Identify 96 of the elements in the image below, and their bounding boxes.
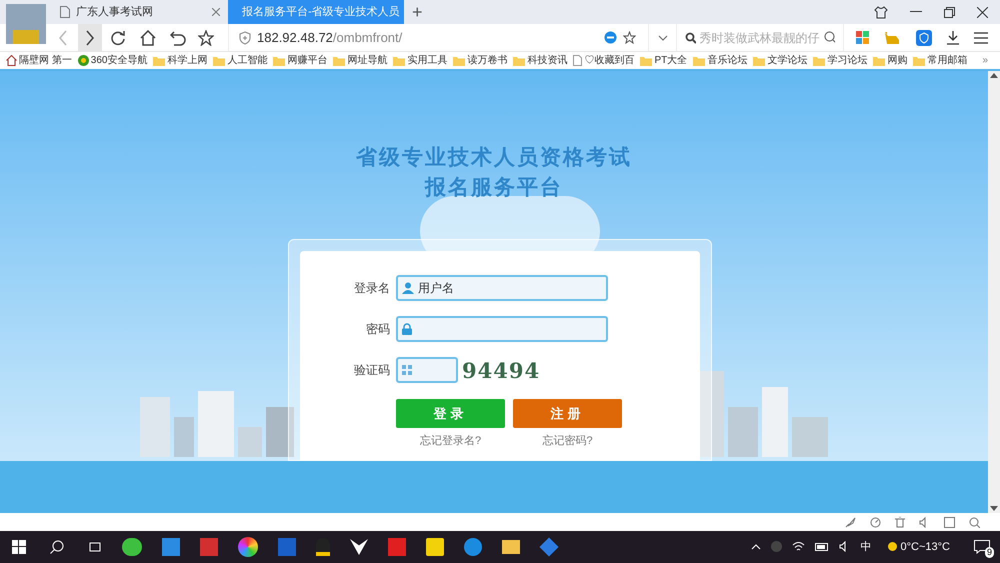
home-icon: [6, 55, 17, 66]
new-tab-button[interactable]: +: [412, 0, 423, 26]
globe-icon: [78, 55, 89, 66]
bookmark-link[interactable]: 科学上网: [167, 53, 208, 68]
bookmark-link[interactable]: ♡收藏到百: [584, 53, 634, 68]
forward-icon: [85, 30, 95, 46]
bookmark-link[interactable]: 人工智能: [227, 53, 268, 68]
undo-icon[interactable]: [170, 30, 186, 46]
trash-icon[interactable]: [895, 516, 905, 528]
shield-icon: [239, 30, 251, 44]
bookmark-link[interactable]: 实用工具: [407, 53, 448, 68]
bookmark-link[interactable]: 文学论坛: [767, 53, 808, 68]
rocket-icon[interactable]: [845, 516, 856, 528]
bookmark-link[interactable]: 常用邮箱: [927, 53, 968, 68]
folder-icon: [913, 56, 926, 66]
field-label: 登录名: [353, 280, 390, 298]
password-field[interactable]: [396, 316, 608, 342]
input-method-indicator[interactable]: 中: [860, 538, 872, 556]
close-icon[interactable]: [977, 6, 988, 18]
window-icon[interactable]: [944, 516, 955, 528]
captcha-field[interactable]: [396, 357, 458, 384]
folder-icon: [153, 56, 166, 66]
app-icon[interactable]: [278, 538, 296, 556]
task-view-icon[interactable]: [88, 540, 102, 554]
field-label: 验证码: [353, 362, 390, 380]
star-icon[interactable]: [623, 31, 636, 44]
folder-icon: [693, 56, 706, 66]
bookmark-link[interactable]: 网赚平台: [287, 53, 328, 68]
folder-icon: [640, 56, 652, 66]
bookmark-link[interactable]: 读万卷书: [467, 53, 508, 68]
qr-code-icon: [402, 365, 412, 376]
notification-count: 9: [984, 546, 994, 558]
folder-icon: [213, 56, 226, 66]
browser-tab[interactable]: 广东人事考试网: [52, 0, 228, 24]
search-field[interactable]: 秀时装做武林最靓的仔: [700, 28, 820, 46]
shield-icon[interactable]: [916, 30, 932, 46]
folder-icon: [273, 56, 286, 66]
address-field[interactable]: 182.92.48.72/ombmfront/: [257, 28, 402, 48]
bookmark-link[interactable]: 科技资讯: [527, 53, 568, 68]
browser-icon[interactable]: [464, 538, 482, 556]
folder-icon: [453, 56, 466, 66]
sun-icon: [888, 542, 897, 552]
bookmark-link[interactable]: 音乐论坛: [707, 53, 748, 68]
app-icon[interactable]: [162, 538, 180, 556]
username-field[interactable]: 用户名: [396, 275, 608, 302]
player-icon[interactable]: [426, 538, 444, 556]
bookmark-link[interactable]: 网址导航: [347, 53, 388, 68]
bookmark-link[interactable]: PT大全: [654, 53, 688, 68]
page-title: 省级专业技术人员资格考试: [356, 145, 632, 172]
home-icon[interactable]: [140, 30, 156, 46]
notification-icon[interactable]: [974, 540, 990, 554]
avatar-picture: [6, 4, 46, 44]
app-icon[interactable]: [388, 538, 406, 556]
weather-text[interactable]: 0°C~13°C: [900, 538, 950, 556]
search-icon[interactable]: [824, 31, 835, 44]
folder-icon: [753, 56, 766, 66]
restore-icon[interactable]: [944, 6, 955, 18]
minimize-icon[interactable]: [910, 11, 922, 13]
page-icon: [573, 55, 582, 66]
folder-icon[interactable]: [502, 540, 520, 554]
forward-button[interactable]: [78, 24, 102, 52]
scrollbar[interactable]: [988, 71, 1000, 514]
refresh-icon[interactable]: [110, 30, 126, 46]
page-icon: [60, 6, 70, 18]
bookmark-link[interactable]: 360安全导航: [90, 53, 148, 68]
speed-icon[interactable]: [870, 516, 881, 528]
folder-icon: [513, 56, 526, 66]
forgot-password-link[interactable]: 忘记密码?: [542, 433, 593, 450]
chevron-up-icon[interactable]: [750, 544, 761, 550]
lock-icon: [402, 323, 412, 336]
shirt-icon[interactable]: [874, 6, 888, 18]
color-wheel-icon[interactable]: [238, 536, 258, 557]
download-icon[interactable]: [946, 30, 960, 45]
folder-icon: [393, 56, 406, 66]
search-icon: [685, 32, 696, 44]
battery-icon[interactable]: [814, 542, 829, 551]
page-title: 报名服务平台: [425, 175, 563, 202]
bookmark-link[interactable]: 学习论坛: [827, 53, 868, 68]
field-label: 密码: [365, 321, 390, 338]
folder-icon: [873, 56, 886, 66]
bookmark-link[interactable]: 网购: [887, 53, 908, 68]
more-bookmarks-button[interactable]: »: [982, 53, 988, 68]
forgot-username-link[interactable]: 忘记登录名?: [420, 433, 482, 450]
captcha-image[interactable]: 94494: [460, 354, 542, 386]
dropdown-icon[interactable]: [658, 34, 668, 40]
search-icon[interactable]: [50, 540, 64, 554]
apps-icon[interactable]: [856, 30, 870, 44]
folder-icon: [333, 56, 346, 66]
wifi-icon[interactable]: [792, 541, 805, 552]
menu-icon[interactable]: [974, 32, 988, 44]
folder-icon: [813, 56, 826, 66]
star-icon[interactable]: [198, 30, 214, 46]
app-icon[interactable]: [200, 538, 218, 556]
bookmark-link[interactable]: 隔壁网 第一: [19, 53, 72, 68]
user-icon: [402, 282, 414, 294]
windows-start-icon[interactable]: [12, 540, 26, 554]
